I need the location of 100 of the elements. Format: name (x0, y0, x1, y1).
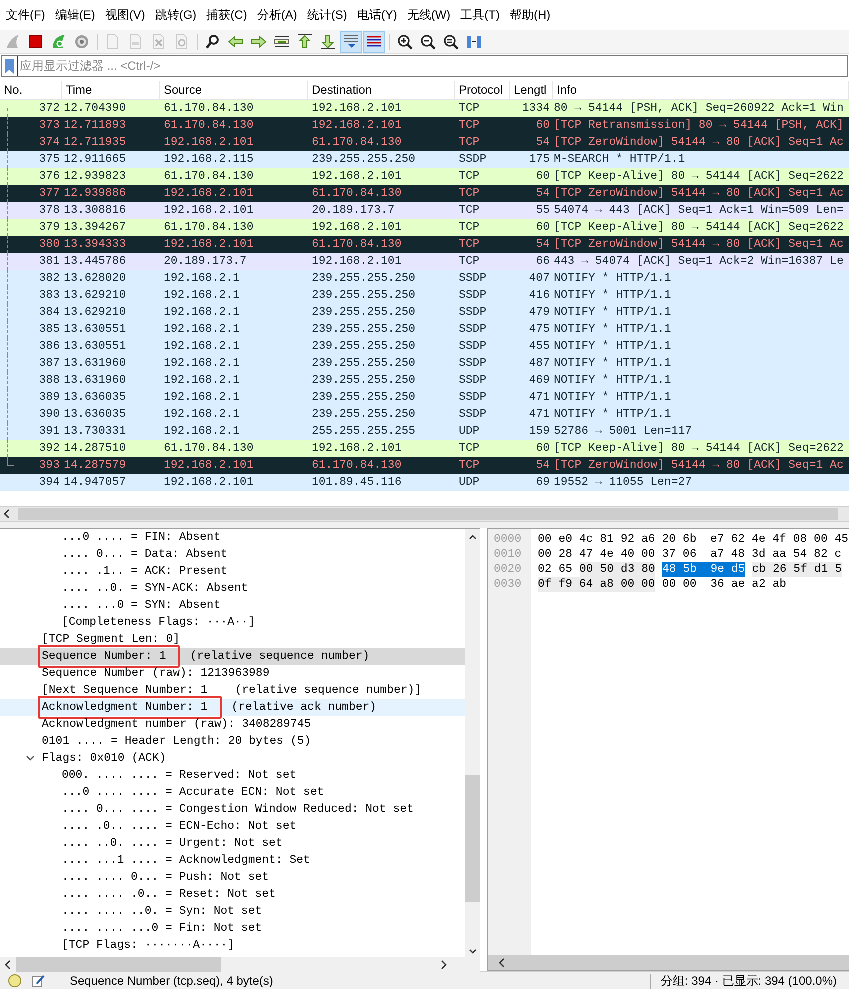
menu-item[interactable]: 无线(W) (407, 6, 451, 24)
packet-row[interactable]: 373 12.711893 61.170.84.130 192.168.2.101 TCP 60 [TCP Retransmission] 80 → 54144 [PSH, ACK] (0, 117, 849, 134)
tree-item[interactable]: 0101 .... = Header Length: 20 bytes (5) (0, 733, 465, 750)
packet-row[interactable]: 394 14.947057 192.168.2.101 101.89.45.116 UDP 69 19552 → 11055 Len=27 (0, 474, 849, 491)
table-cell-text: 14.287510 (63, 441, 128, 457)
column-header[interactable]: Info (553, 81, 849, 99)
tree-item[interactable]: ...0 .... = FIN: Absent (0, 529, 465, 546)
scrollbar-thumb[interactable] (16, 957, 221, 972)
hex-bytes: 00 50 d3 80 (580, 562, 656, 577)
table-cell-text: 13.394333 (63, 237, 128, 253)
tree-item[interactable]: .... .1.. = ACK: Present (0, 563, 465, 580)
tree-item[interactable]: 000. .... .... = Reserved: Not set (0, 767, 465, 784)
packet-row[interactable]: 385 13.630551 192.168.2.1 239.255.255.250 SSDP 475 NOTIFY * HTTP/1.1 (0, 321, 849, 338)
table-cell-text: TCP (458, 458, 481, 474)
table-cell-text: 443 → 54074 [ACK] Seq=1 Ack=2 Win=16387 Le (553, 254, 845, 270)
table-cell-text: SSDP (458, 339, 488, 355)
table-cell-text: 192.168.2.101 (163, 135, 255, 151)
table-cell-text: 13.628020 (63, 271, 128, 287)
packet-row[interactable]: 393 14.287579 192.168.2.101 61.170.84.130 TCP 54 [TCP ZeroWindow] 54144 → 80 [ACK] Seq=1 Ac (0, 457, 849, 474)
autoscroll-icon[interactable] (340, 30, 362, 52)
table-cell-text: TCP (458, 254, 481, 270)
tree-item[interactable]: ...0 .... .... = Accurate ECN: Not set (0, 784, 465, 801)
table-cell-text: 192.168.2.101 (311, 254, 403, 270)
tree-item[interactable]: .... ..0. = SYN-ACK: Absent (0, 580, 465, 597)
table-cell-text: 380 (38, 237, 61, 253)
packet-row[interactable]: 386 13.630551 192.168.2.1 239.255.255.250 SSDP 455 NOTIFY * HTTP/1.1 (0, 338, 849, 355)
menu-item[interactable]: 工具(T) (460, 6, 500, 24)
tree-item[interactable]: .... ...0 = SYN: Absent (0, 597, 465, 614)
packet-row[interactable]: 374 12.711935 192.168.2.101 61.170.84.130 TCP 54 [TCP ZeroWindow] 54144 → 80 [ACK] Seq=1 Ac (0, 134, 849, 151)
packet-row[interactable]: 379 13.394267 61.170.84.130 192.168.2.101 TCP 60 [TCP Keep-Alive] 80 → 54144 [ACK] Seq=2622 (0, 219, 849, 236)
packet-row[interactable]: 382 13.628020 192.168.2.1 239.255.255.250 SSDP 407 NOTIFY * HTTP/1.1 (0, 270, 849, 287)
tree-item[interactable]: Sequence Number: 1 (relative sequence number) (0, 648, 465, 665)
menu-item[interactable]: 编辑(E) (55, 6, 96, 24)
table-cell-text: SSDP (458, 407, 488, 423)
tree-item[interactable]: .... .0.. .... = ECN-Echo: Not set (0, 818, 465, 835)
table-cell-text: SSDP (458, 373, 488, 389)
vertical-scrollbar[interactable] (465, 529, 480, 957)
colorize-icon[interactable] (363, 30, 385, 52)
tree-item[interactable]: .... ..0. .... = Urgent: Not set (0, 835, 465, 852)
tree-item[interactable]: [Completeness Flags: ···A··] (0, 614, 465, 631)
tree-item[interactable]: Flags: 0x010 (ACK) (0, 750, 465, 767)
menu-item[interactable]: 统计(S) (307, 6, 348, 24)
column-header[interactable]: Protocol (455, 81, 510, 99)
table-cell-text: 66 (535, 254, 551, 270)
scrollbar-thumb[interactable] (18, 508, 838, 520)
packet-row[interactable]: 384 13.629210 192.168.2.1 239.255.255.250 SSDP 479 NOTIFY * HTTP/1.1 (0, 304, 849, 321)
column-header[interactable]: Time (62, 81, 160, 99)
field-label: ...0 .... .... = Accurate ECN: Not set (62, 784, 324, 801)
menu-item[interactable]: 视图(V) (105, 6, 146, 24)
table-cell-text: 14.287579 (63, 458, 128, 474)
packet-row[interactable]: 391 13.730331 192.168.2.1 255.255.255.255 UDP 159 52786 → 5001 Len=117 (0, 423, 849, 440)
packet-row[interactable]: 380 13.394333 192.168.2.101 61.170.84.130 TCP 54 [TCP ZeroWindow] 54144 → 80 [ACK] Seq=1 Ac (0, 236, 849, 253)
table-cell-text: 13.631960 (63, 356, 128, 372)
menu-item[interactable]: 电话(Y) (357, 6, 398, 24)
column-header[interactable]: Lengtl (510, 81, 553, 99)
table-cell-text: 469 (528, 373, 551, 389)
packet-row[interactable]: 389 13.636035 192.168.2.1 239.255.255.250 SSDP 471 NOTIFY * HTTP/1.1 (0, 389, 849, 406)
tree-item[interactable]: .... ...1 .... = Acknowledgment: Set (0, 852, 465, 869)
table-cell-text: 13.308816 (63, 203, 128, 219)
column-header[interactable]: No. (0, 81, 62, 99)
menu-item[interactable]: 分析(A) (257, 6, 298, 24)
packet-row[interactable]: 390 13.636035 192.168.2.1 239.255.255.250 SSDP 471 NOTIFY * HTTP/1.1 (0, 406, 849, 423)
packet-row[interactable]: 378 13.308816 192.168.2.101 20.189.173.7 TCP 55 54074 → 443 [ACK] Seq=1 Ack=1 Win=509 Len= (0, 202, 849, 219)
table-cell-text: 13.629210 (63, 288, 128, 304)
menu-item[interactable]: 捕获(C) (206, 6, 248, 24)
table-cell-text: 60 (535, 220, 551, 236)
field-label: Sequence Number (raw): 1213963989 (42, 666, 270, 682)
packet-row[interactable]: 392 14.287510 61.170.84.130 192.168.2.101 TCP 60 [TCP Keep-Alive] 80 → 54144 [ACK] Seq=2622 (0, 440, 849, 457)
bookmark-icon[interactable] (5, 58, 14, 74)
packet-row[interactable]: 381 13.445786 20.189.173.7 192.168.2.101 TCP 66 443 → 54074 [ACK] Seq=1 Ack=2 Win=16387 Le (0, 253, 849, 270)
column-header[interactable]: Destination (308, 81, 455, 99)
tree-item[interactable]: .... .... 0... = Push: Not set (0, 869, 465, 886)
pencil-note-icon[interactable] (32, 974, 46, 988)
menu-item[interactable]: 跳转(G) (155, 6, 197, 24)
menu-item[interactable]: 帮助(H) (510, 6, 551, 24)
table-cell-text: 55 (535, 203, 551, 219)
packet-row[interactable]: 372 12.704390 61.170.84.130 192.168.2.101 TCP 1334 80 → 54144 [PSH, ACK] Seq=260922 Ack=1 Win (0, 100, 849, 117)
packet-row[interactable]: 388 13.631960 192.168.2.1 239.255.255.250 SSDP 469 NOTIFY * HTTP/1.1 (0, 372, 849, 389)
table-cell-text: 13.636035 (63, 407, 128, 423)
table-cell-text: 52786 → 5001 Len=117 (553, 424, 694, 440)
tree-item[interactable]: .... .... .0.. = Reset: Not set (0, 886, 465, 903)
tree-item[interactable]: .... .... ..0. = Syn: Not set (0, 903, 465, 920)
tree-item[interactable]: [TCP Flags: ·······A····] (0, 937, 465, 954)
packet-row[interactable]: 383 13.629210 192.168.2.1 239.255.255.250 SSDP 416 NOTIFY * HTTP/1.1 (0, 287, 849, 304)
table-cell-text: 13.730331 (63, 424, 128, 440)
tree-item[interactable]: Acknowledgment Number: 1 (relative ack number) (0, 699, 465, 716)
packet-row[interactable]: 376 12.939823 61.170.84.130 192.168.2.101 TCP 60 [TCP Keep-Alive] 80 → 54144 [ACK] Seq=2622 (0, 168, 849, 185)
tree-item[interactable]: .... .... ...0 = Fin: Not set (0, 920, 465, 937)
scrollbar-thumb[interactable] (465, 775, 480, 902)
tree-item[interactable]: .... 0... = Data: Absent (0, 546, 465, 563)
column-header[interactable]: Source (160, 81, 308, 99)
tree-item[interactable]: .... 0... .... = Congestion Window Reduced: Not set (0, 801, 465, 818)
packet-row[interactable]: 377 12.939886 192.168.2.101 61.170.84.130 TCP 54 [TCP ZeroWindow] 54144 → 80 [ACK] Seq=1 Ac (0, 185, 849, 202)
packet-row[interactable]: 387 13.631960 192.168.2.1 239.255.255.250 SSDP 487 NOTIFY * HTTP/1.1 (0, 355, 849, 372)
packet-row[interactable]: 375 12.911665 192.168.2.115 239.255.255.250 SSDP 175 M-SEARCH * HTTP/1.1 (0, 151, 849, 168)
table-cell-text: NOTIFY * HTTP/1.1 (553, 305, 672, 321)
status-dot-icon[interactable] (8, 974, 22, 988)
table-cell-text: 192.168.2.101 (311, 118, 403, 134)
selected-hex-bytes: 48 5b 9e d5 (662, 562, 746, 577)
menu-item[interactable]: 文件(F) (6, 6, 46, 24)
